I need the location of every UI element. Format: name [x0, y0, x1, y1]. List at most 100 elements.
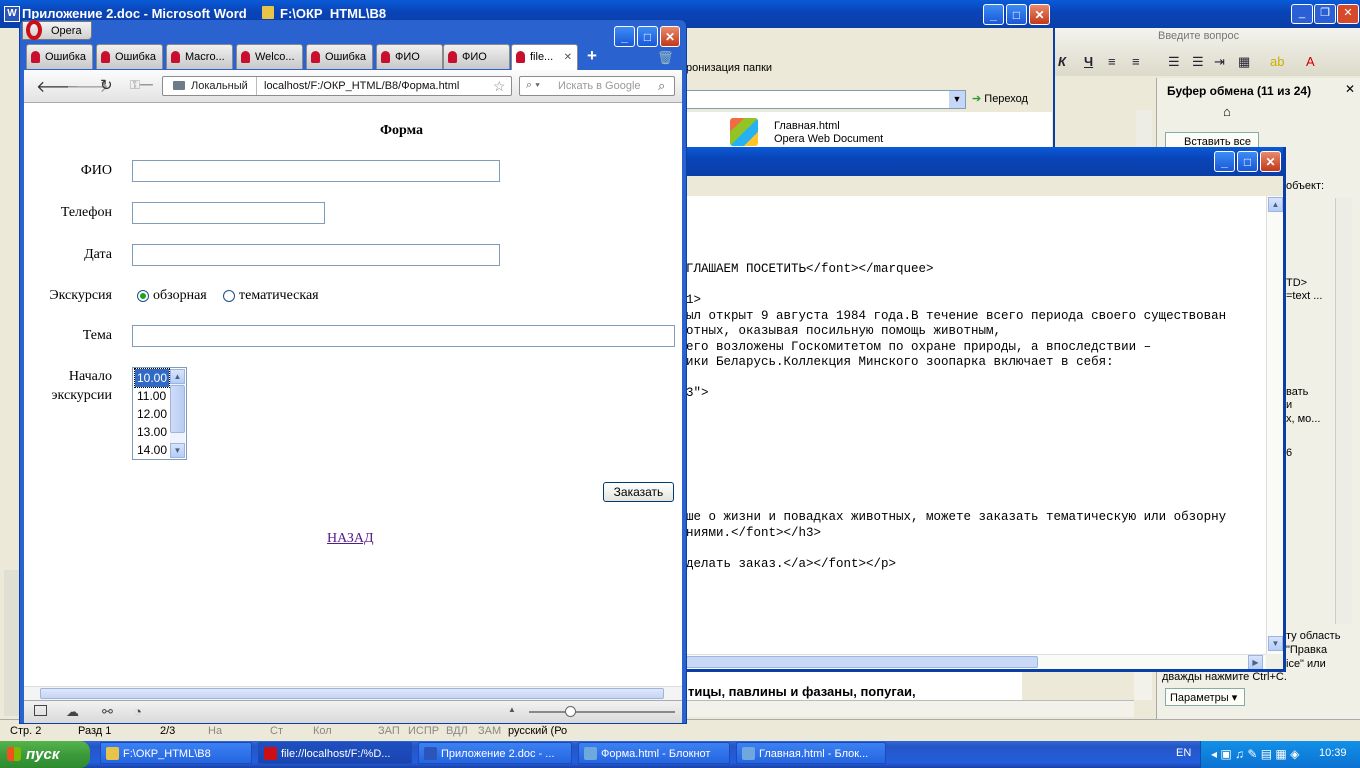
opera-hscroll[interactable]	[24, 686, 682, 701]
time-option[interactable]: 14.00	[135, 441, 169, 459]
taskbar-item[interactable]: file://localhost/F:/%D...	[258, 742, 412, 764]
scroll-down-icon[interactable]: ▼	[1268, 636, 1283, 651]
taskbar-item[interactable]: Главная.html - Блок...	[736, 742, 886, 764]
explorer-right-scroll[interactable]	[1136, 110, 1152, 148]
zoom-up-icon[interactable]: ▲	[508, 705, 516, 714]
notepad-titlebar[interactable]: _ □ ✕	[686, 147, 1286, 176]
listbox-thumb[interactable]	[170, 385, 185, 433]
scroll-right-icon[interactable]: ▶	[1248, 655, 1263, 670]
align-center-icon[interactable]: ≡	[1132, 54, 1140, 69]
tab-1[interactable]: Ошибка	[26, 44, 93, 69]
file-item[interactable]: Главная.html Opera Web Document	[728, 116, 888, 146]
start-label: пуск	[26, 746, 60, 763]
bullet-list-icon[interactable]: ☰	[1192, 54, 1204, 70]
word-close-button[interactable]: ✕	[1337, 4, 1359, 24]
order-button[interactable]: Заказать	[603, 482, 674, 502]
explorer-address[interactable]: ▼	[686, 90, 966, 109]
word-min-button[interactable]: _	[1291, 4, 1313, 24]
panel-toggle-icon[interactable]	[34, 705, 47, 716]
tab-2[interactable]: Ошибка	[96, 44, 163, 69]
tab-5[interactable]: Ошибка	[306, 44, 373, 69]
bookmark-star-icon[interactable]: ☆	[493, 78, 506, 95]
word-vscroll[interactable]	[1134, 670, 1152, 700]
taskbar-item[interactable]: F:\ОКР_HTML\В8	[100, 742, 252, 764]
notepad-hscroll[interactable]: ▶	[686, 654, 1266, 670]
go-button[interactable]: ➔ Переход	[972, 90, 1050, 109]
search-field[interactable]: ⌕ ▾ Искать в Google ⌕	[519, 76, 675, 96]
time-option[interactable]: 10.00	[134, 368, 170, 388]
listbox-down-icon[interactable]: ▼	[170, 443, 185, 458]
opera-min-button[interactable]: _	[614, 26, 635, 47]
notepad-close-button[interactable]: ✕	[1260, 151, 1281, 172]
taskbar-item-label: Главная.html - Блок...	[759, 748, 869, 760]
font-color-icon[interactable]: A	[1306, 54, 1315, 69]
indent-icon[interactable]: ⇥	[1214, 54, 1225, 70]
fio-input[interactable]	[132, 160, 500, 182]
search-engine-icon[interactable]: ⌕ ▾	[526, 79, 540, 92]
notepad-text-area[interactable]: ГЛАШАЕМ ПОСЕТИТЬ</font></marquee> 1> ыл от…	[686, 196, 1266, 654]
word-hscroll[interactable]	[686, 700, 1134, 717]
scroll-up-icon[interactable]: ▲	[1268, 197, 1283, 212]
opera-menu-button[interactable]: Opera	[22, 20, 92, 40]
listbox-scrollbar[interactable]: ▲ ▼	[170, 369, 185, 458]
theme-input[interactable]	[132, 325, 675, 347]
word-restore-button[interactable]: ❐	[1314, 4, 1336, 24]
trash-icon[interactable]: 🗑	[657, 50, 674, 66]
numbered-list-icon[interactable]: ☰	[1168, 54, 1180, 70]
notepad-line: ГЛАШАЕМ ПОСЕТИТЬ</font></marquee>	[686, 262, 934, 276]
taskbar-item[interactable]: Форма.html - Блокнот	[578, 742, 730, 764]
zoom-slider-knob[interactable]	[565, 706, 576, 717]
date-input[interactable]	[132, 244, 500, 266]
question-box[interactable]: Введите вопрос	[1158, 30, 1308, 46]
italic-icon[interactable]: К	[1058, 54, 1066, 69]
back-link[interactable]: НАЗАД	[327, 531, 374, 547]
tray-icons[interactable]: ◂ ▣ ♫ ✎ ▤ ▦ ◈	[1211, 747, 1299, 761]
explorer-close-button[interactable]: ✕	[1029, 4, 1050, 25]
tab-3[interactable]: Macro...	[166, 44, 233, 69]
zoom-slider[interactable]	[529, 706, 675, 717]
taskbar-item[interactable]: Приложение 2.doc - ...	[418, 742, 572, 764]
hscroll-thumb[interactable]	[686, 656, 1038, 668]
notepad-vscroll[interactable]: ▲ ▼	[1266, 196, 1284, 654]
tab-7[interactable]: ФИО	[443, 44, 510, 69]
turbo-icon[interactable]: ◔	[134, 704, 142, 719]
pane-close-icon[interactable]: ✕	[1345, 82, 1355, 96]
highlight-icon[interactable]: ab	[1270, 54, 1284, 69]
explorer-min-button[interactable]: _	[983, 4, 1004, 25]
radio-overview[interactable]	[137, 290, 149, 302]
tab-4[interactable]: Welco...	[236, 44, 303, 69]
align-left-icon[interactable]: ≡	[1108, 54, 1116, 69]
border-icon[interactable]: ▦	[1238, 54, 1250, 70]
close-tab-icon[interactable]: ✕	[564, 45, 572, 70]
time-listbox[interactable]: 10.00 11.00 12.00 13.00 14.00 ▲ ▼	[132, 367, 187, 460]
search-icon[interactable]: ⌕	[658, 78, 665, 94]
home-icon[interactable]: ⌂	[1223, 104, 1231, 119]
opera-unite-icon[interactable]: ☁	[66, 704, 79, 720]
new-tab-button[interactable]: +	[583, 46, 601, 66]
underline-icon[interactable]: Ч	[1084, 54, 1093, 69]
reload-icon[interactable]: ↻	[100, 76, 113, 94]
tab-8[interactable]: file... ✕	[511, 44, 578, 70]
start-button[interactable]: пуск	[0, 741, 90, 768]
listbox-up-icon[interactable]: ▲	[170, 369, 185, 384]
radio-thematic[interactable]	[223, 290, 235, 302]
notepad-min-button[interactable]: _	[1214, 151, 1235, 172]
opera-hscroll-thumb[interactable]	[40, 688, 664, 699]
sync-text: ронизация папки	[686, 62, 773, 74]
address-field[interactable]: Локальный localhost/F:/ОКР_HTML/В8/Форма…	[162, 76, 512, 96]
language-indicator[interactable]: EN	[1176, 747, 1191, 759]
explorer-max-button[interactable]: □	[1006, 4, 1027, 25]
opera-link-icon[interactable]: ⚯	[102, 704, 113, 720]
tab-6[interactable]: ФИО	[376, 44, 443, 69]
phone-input[interactable]	[132, 202, 325, 224]
time-option[interactable]: 13.00	[135, 423, 169, 441]
time-option[interactable]: 12.00	[135, 405, 169, 423]
opera-close-button[interactable]: ✕	[660, 26, 680, 47]
format-toolbar-icons[interactable]: К Ч ≡ ≡ ☰ ☰ ⇥ ▦ ab A	[1058, 54, 1358, 72]
address-dropdown-icon[interactable]: ▼	[949, 91, 965, 108]
opera-max-button[interactable]: □	[637, 26, 658, 47]
wand-key-icon[interactable]: ⚿━	[130, 77, 153, 93]
time-option[interactable]: 11.00	[135, 387, 169, 405]
params-button[interactable]: Параметры ▾	[1165, 688, 1245, 706]
notepad-max-button[interactable]: □	[1237, 151, 1258, 172]
